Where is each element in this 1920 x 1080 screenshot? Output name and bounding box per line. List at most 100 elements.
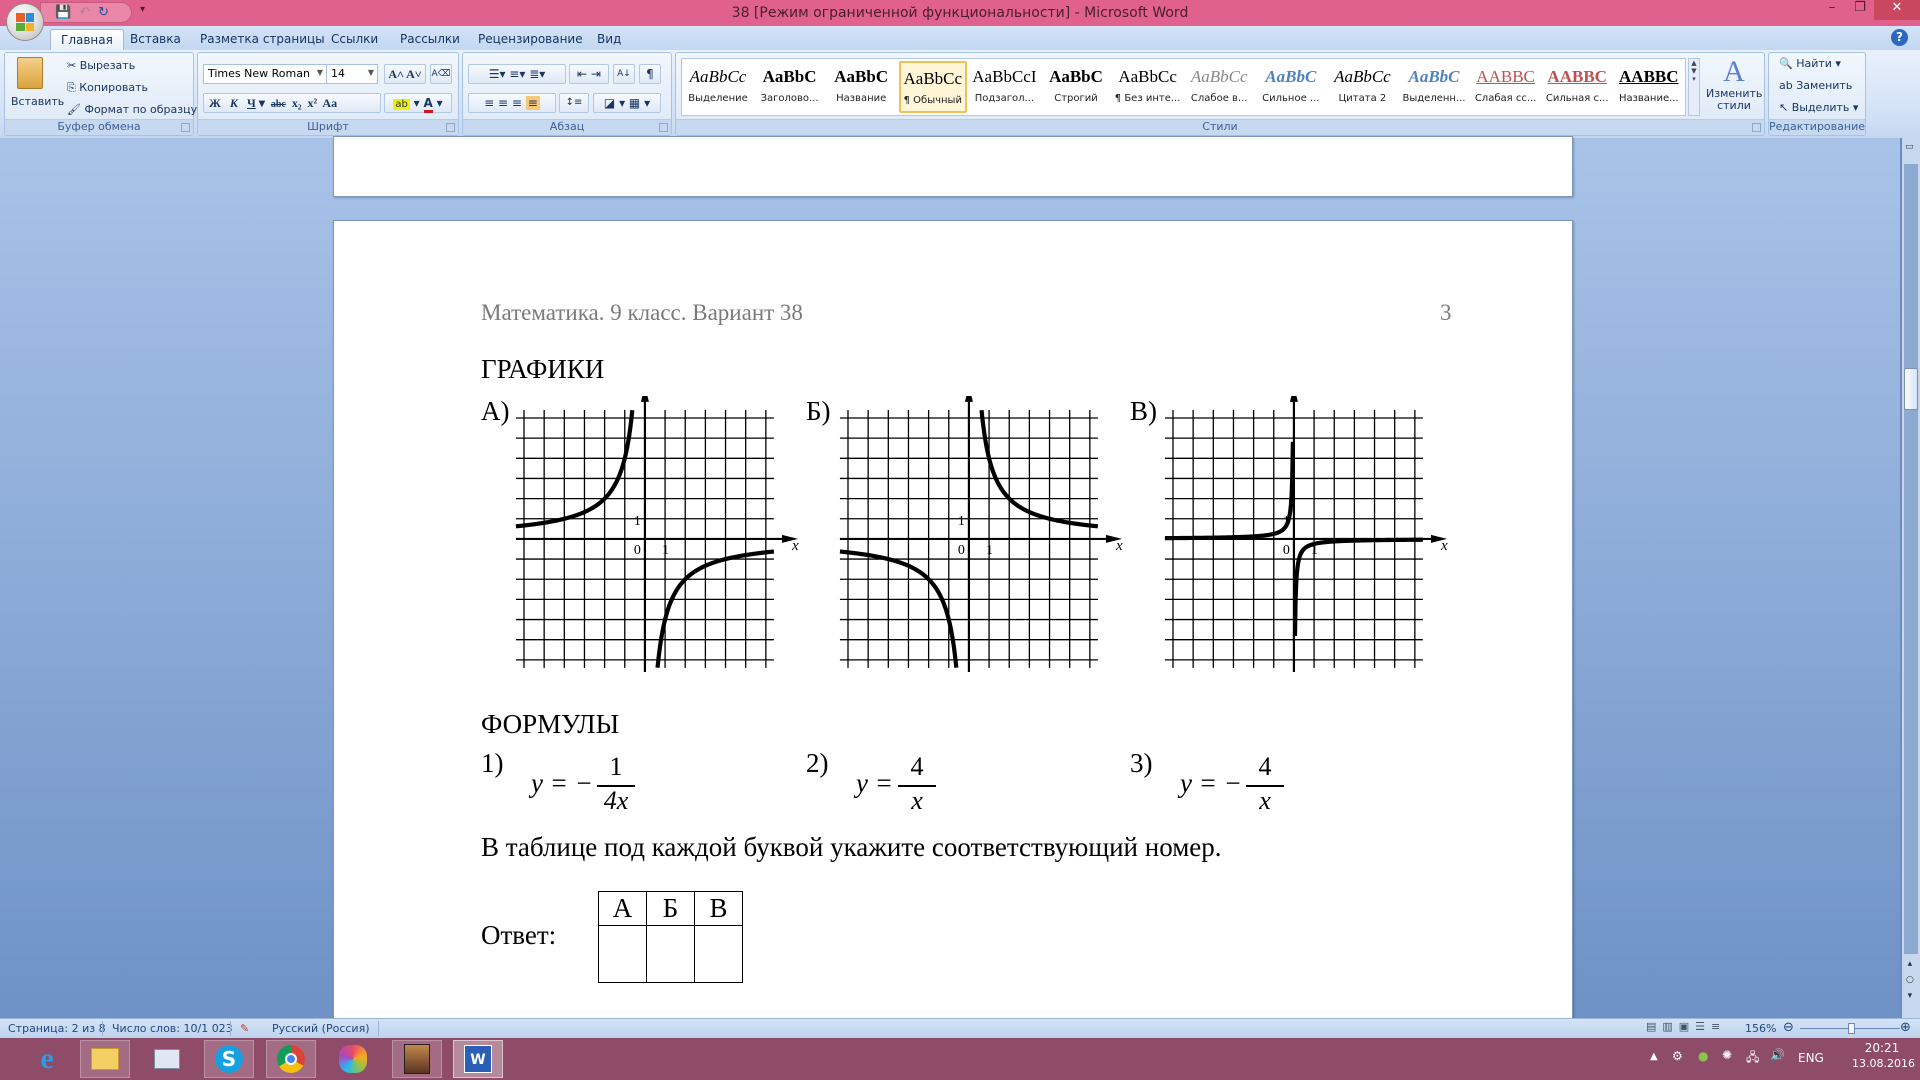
proofing-icon[interactable]: ✎ [240, 1022, 249, 1035]
line-spacing-button[interactable]: ↕≡ [559, 93, 589, 113]
change-case-button[interactable]: Aa [322, 96, 337, 110]
font-name-select[interactable]: Times New Roman ▼ [203, 64, 327, 84]
paragraph-dialog-launcher[interactable] [659, 123, 668, 132]
word-taskbar-icon[interactable]: W [453, 1040, 503, 1078]
copy-button[interactable]: ⎘ Копировать [67, 81, 148, 95]
shrink-font-button[interactable]: A˅ [406, 67, 422, 81]
underline-button[interactable]: Ч [247, 96, 256, 110]
style-10[interactable]: AaBbCc Цитата 2 [1328, 61, 1396, 113]
bold-button[interactable]: Ж [209, 96, 221, 110]
shading-button[interactable]: ◪ [604, 96, 615, 110]
style-14[interactable]: AABBC Название... [1615, 61, 1683, 113]
undo-icon[interactable]: ↶ [79, 5, 90, 20]
style-11[interactable]: AaBbC Выделенн... [1400, 61, 1468, 113]
tab-page-layout[interactable]: Разметка страницы [190, 29, 335, 50]
volume-icon[interactable]: 🔊 [1770, 1048, 1785, 1062]
subscript-button[interactable]: x₂ [292, 96, 302, 110]
sort-button[interactable]: A↓ [613, 64, 635, 84]
customize-qat-icon[interactable]: ▾ [140, 4, 145, 15]
zoom-level[interactable]: 156% [1745, 1022, 1776, 1035]
style-1[interactable]: AaBbCc Выделение [684, 61, 752, 113]
style-4[interactable]: AaBbCc ¶ Обычный [898, 61, 967, 113]
answer-cell-v[interactable] [694, 925, 743, 983]
bullets-button[interactable]: ☰ [489, 67, 500, 81]
align-center-button[interactable]: ≡ [498, 96, 508, 110]
highlight-button[interactable]: ab [393, 99, 410, 110]
steelseries-icon[interactable]: ✺ [1722, 1048, 1732, 1062]
restore-button[interactable]: ❐ [1846, 0, 1874, 20]
game-icon[interactable] [392, 1040, 442, 1078]
scroll-thumb[interactable] [1904, 368, 1918, 410]
style-7[interactable]: AaBbCc ¶ Без инте... [1114, 61, 1182, 113]
replace-button[interactable]: ab Заменить [1779, 79, 1852, 92]
borders-button[interactable]: ▦ [629, 96, 640, 110]
style-3[interactable]: AaBbC Название [827, 61, 895, 113]
justify-button[interactable]: ≡ [525, 96, 540, 110]
style-13[interactable]: AABBC Сильная с... [1543, 61, 1611, 113]
view-buttons[interactable]: ▤▥▣☰≡ [1646, 1020, 1726, 1033]
align-left-button[interactable]: ≡ [484, 96, 494, 110]
network-icon[interactable]: 🖧 [1746, 1048, 1759, 1069]
tab-review[interactable]: Рецензирование [468, 29, 593, 50]
numbering-button[interactable]: ≡ [509, 67, 519, 81]
answer-cell-a[interactable] [598, 925, 647, 983]
browse-buttons[interactable]: ▴ ○ ▾ [1906, 956, 1914, 1004]
internet-explorer-icon[interactable]: e [22, 1040, 72, 1078]
decrease-indent-button[interactable]: ⇤ [577, 67, 587, 81]
save-icon[interactable]: 💾 [55, 5, 71, 20]
zoom-out-button[interactable]: ⊖ [1783, 1020, 1794, 1035]
italic-button[interactable]: К [230, 96, 238, 110]
file-explorer-icon[interactable] [80, 1040, 130, 1078]
style-12[interactable]: AABBC Слабая сс... [1472, 61, 1540, 113]
steam-icon[interactable]: ⚙ [1672, 1049, 1683, 1063]
superscript-button[interactable]: x² [307, 96, 317, 110]
multilevel-list-button[interactable]: ≣ [529, 67, 539, 81]
style-5[interactable]: AaBbCcI Подзагол... [970, 61, 1038, 113]
language-status[interactable]: Русский (Россия) [272, 1022, 370, 1035]
cut-button[interactable]: ✂ Вырезать [67, 59, 135, 72]
find-button[interactable]: 🔍 Найти ▾ [1779, 57, 1841, 70]
tab-mailings[interactable]: Рассылки [390, 29, 470, 50]
status-tray-icon[interactable]: ● [1698, 1049, 1708, 1063]
paste-button[interactable]: Вставить [11, 95, 64, 108]
grow-font-button[interactable]: A˄ [388, 67, 404, 81]
clipboard-dialog-launcher[interactable] [181, 123, 190, 132]
media-player-icon[interactable] [328, 1040, 378, 1078]
style-9[interactable]: AaBbC Сильное ... [1257, 61, 1325, 113]
change-styles-button[interactable]: A Изменить стили [1706, 56, 1762, 112]
select-button[interactable]: ↖ Выделить ▾ [1779, 101, 1858, 114]
paste-icon[interactable] [17, 57, 43, 89]
show-marks-button[interactable]: ¶ [639, 64, 661, 84]
tab-references[interactable]: Ссылки [321, 29, 388, 50]
word-count[interactable]: Число слов: 10/1 023 [112, 1022, 233, 1035]
style-6[interactable]: AaBbC Строгий [1042, 61, 1110, 113]
grow-shrink-font-buttons[interactable]: A˄ A˅ [384, 64, 426, 84]
font-size-select[interactable]: 14 ▼ [326, 64, 378, 84]
office-button[interactable] [6, 3, 44, 41]
answer-cell-b[interactable] [646, 925, 695, 983]
chrome-icon[interactable] [266, 1040, 316, 1078]
show-hidden-icons[interactable]: ▲ [1650, 1051, 1658, 1062]
style-2[interactable]: AaBbC Заголово... [756, 61, 824, 113]
ruler-toggle-icon[interactable]: ▭ [1905, 142, 1914, 152]
zoom-slider-thumb[interactable] [1848, 1023, 1855, 1034]
tab-view[interactable]: Вид [587, 29, 631, 50]
help-icon[interactable]: ? [1891, 29, 1908, 46]
scroll-track[interactable] [1904, 164, 1918, 954]
format-painter-button[interactable]: 🖌 Формат по образцу [67, 103, 197, 116]
styles-dialog-launcher[interactable] [1752, 123, 1761, 132]
clock[interactable]: 20:21 13.08.2016 [1852, 1041, 1915, 1070]
gallery-scroll[interactable]: ▲ ▼ ▾ [1688, 58, 1700, 116]
minimize-button[interactable]: – [1818, 0, 1846, 20]
close-button[interactable]: ✕ [1874, 0, 1920, 20]
keyboard-language[interactable]: ENG [1798, 1051, 1824, 1065]
increase-indent-button[interactable]: ⇥ [591, 67, 601, 81]
align-right-button[interactable]: ≡ [512, 96, 522, 110]
page-count[interactable]: Страница: 2 из 8 [8, 1022, 106, 1035]
skype-icon[interactable]: S [204, 1040, 254, 1078]
zoom-in-button[interactable]: ⊕ [1900, 1020, 1911, 1035]
vertical-scrollbar[interactable]: ▭ ▴ ○ ▾ [1902, 138, 1920, 1018]
tab-home[interactable]: Главная [50, 29, 124, 50]
tab-insert[interactable]: Вставка [120, 29, 191, 50]
font-color-button[interactable]: A [423, 96, 433, 113]
